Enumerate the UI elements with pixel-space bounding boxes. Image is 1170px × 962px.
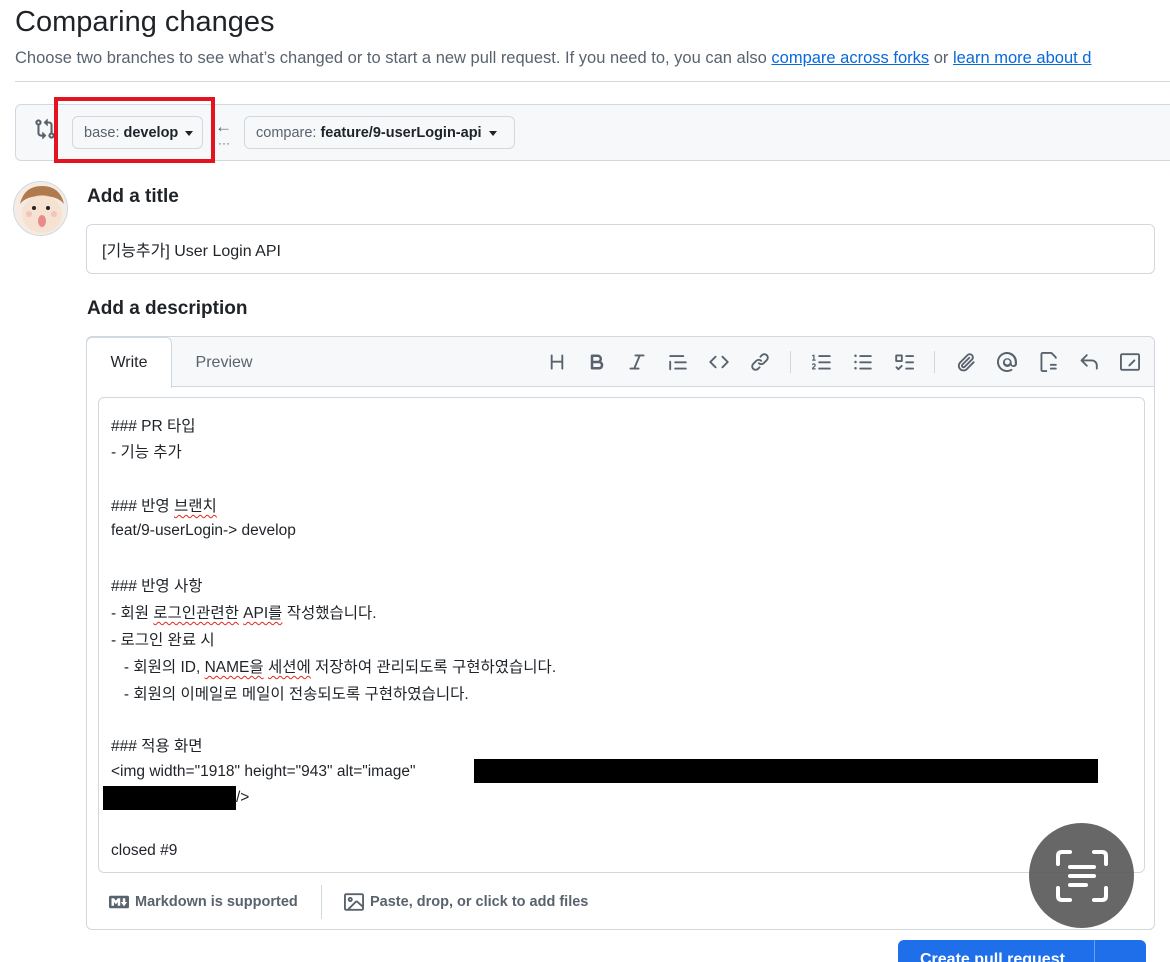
git-compare-icon <box>34 118 56 140</box>
footer-separator <box>321 885 322 919</box>
misspelled-word: NAME을 <box>204 659 264 676</box>
text-span: - 회원 <box>111 605 154 622</box>
markdown-supported-label: Markdown is supported <box>135 894 298 910</box>
misspelled-word: 세션에 <box>267 659 311 676</box>
text-line: ### 반영 브랜치 <box>111 494 217 516</box>
misspelled-word: 브랜치 <box>174 498 217 515</box>
text-line: ### 반영 사항 <box>111 578 203 595</box>
fullscreen-icon[interactable] <box>1118 350 1142 374</box>
caret-down-icon <box>488 130 497 136</box>
page-subtitle: Choose two branches to see what’s change… <box>15 49 1091 68</box>
description-textarea[interactable]: ### PR 타입 - 기능 추가 ### 반영 브랜치 feat/9-user… <box>98 397 1145 873</box>
redacted-block <box>103 786 236 810</box>
tab-preview[interactable]: Preview <box>172 337 276 388</box>
scan-text-button[interactable] <box>1029 823 1134 928</box>
text-span: ### 반영 <box>111 498 174 515</box>
button-splitter <box>1094 940 1095 962</box>
toolbar-separator <box>934 351 935 373</box>
bold-icon[interactable] <box>585 350 609 374</box>
link-icon[interactable] <box>748 350 772 374</box>
paperclip-icon[interactable] <box>954 350 978 374</box>
tab-write[interactable]: Write <box>86 337 172 388</box>
text-span: - 회원의 ID, <box>111 659 205 676</box>
redacted-block <box>474 759 1098 783</box>
mention-icon[interactable] <box>995 350 1019 374</box>
image-icon <box>344 893 364 911</box>
italic-icon[interactable] <box>625 350 649 374</box>
avatar[interactable] <box>13 181 68 236</box>
add-description-label: Add a description <box>87 298 248 319</box>
text-line: <img width="1918" height="943" alt="imag… <box>111 763 416 780</box>
text-line: feat/9-userLogin-> develop <box>111 522 296 539</box>
misspelled-word: API를 <box>243 605 283 622</box>
markdown-icon <box>109 895 129 909</box>
reply-icon[interactable] <box>1077 350 1101 374</box>
create-pull-request-label: Create pull request <box>920 951 1065 962</box>
compare-branch-select[interactable]: compare: feature/9-userLogin-api <box>244 116 515 149</box>
text-line: /> <box>236 789 250 806</box>
quote-icon[interactable] <box>666 350 690 374</box>
annotation-highlight-box <box>54 97 215 163</box>
task-list-icon[interactable] <box>892 350 916 374</box>
text-line: ### PR 타입 <box>111 418 196 435</box>
compare-prefix: compare: <box>256 124 317 141</box>
scan-text-icon <box>1055 849 1108 902</box>
toolbar-separator <box>790 351 791 373</box>
compare-branch-name: feature/9-userLogin-api <box>320 124 482 141</box>
page-title: Comparing changes <box>15 6 275 38</box>
text-line: ### 적용 화면 <box>111 738 203 755</box>
create-pull-request-button[interactable]: Create pull request <box>898 940 1146 962</box>
header-divider <box>15 81 1170 82</box>
description-editor: Write Preview ### PR 타입 - 기능 추가 ### 반영 브… <box>86 336 1155 930</box>
heading-icon[interactable] <box>545 350 569 374</box>
text-line: closed #9 <box>111 842 178 859</box>
compare-across-forks-link[interactable]: compare across forks <box>771 49 929 67</box>
code-icon[interactable] <box>707 350 731 374</box>
subtitle-text: Choose two branches to see what’s change… <box>15 49 772 67</box>
text-line: - 회원의 이메일로 메일이 전송되도록 구현하였습니다. <box>111 686 469 703</box>
markdown-supported-link[interactable]: Markdown is supported <box>109 892 298 912</box>
attach-files-label: Paste, drop, or click to add files <box>370 894 589 910</box>
ellipsis-icon: ··· <box>218 136 230 150</box>
title-input[interactable]: [기능추가] User Login API <box>86 224 1155 274</box>
arrow-left-icon: ← <box>215 117 232 136</box>
misspelled-word: 로그인관련한 <box>153 605 239 622</box>
text-line: - 회원 로그인관련한 API를 작성했습니다. <box>111 601 377 623</box>
text-line: - 회원의 ID, NAME을 세션에 저장하여 관리되도록 구현하였습니다. <box>111 655 556 677</box>
unordered-list-icon[interactable] <box>851 350 875 374</box>
text-line: - 기능 추가 <box>111 444 182 461</box>
add-title-label: Add a title <box>87 186 179 207</box>
attach-files-link[interactable]: Paste, drop, or click to add files <box>344 892 588 912</box>
ordered-list-icon[interactable] <box>810 350 834 374</box>
subtitle-or: or <box>929 49 953 67</box>
learn-more-link[interactable]: learn more about d <box>953 49 1092 67</box>
text-span: 저장하여 관리되도록 구현하였습니다. <box>310 659 557 676</box>
cross-reference-icon[interactable] <box>1036 350 1060 374</box>
text-span: 작성했습니다. <box>282 605 377 622</box>
text-line: - 로그인 완료 시 <box>111 632 215 649</box>
